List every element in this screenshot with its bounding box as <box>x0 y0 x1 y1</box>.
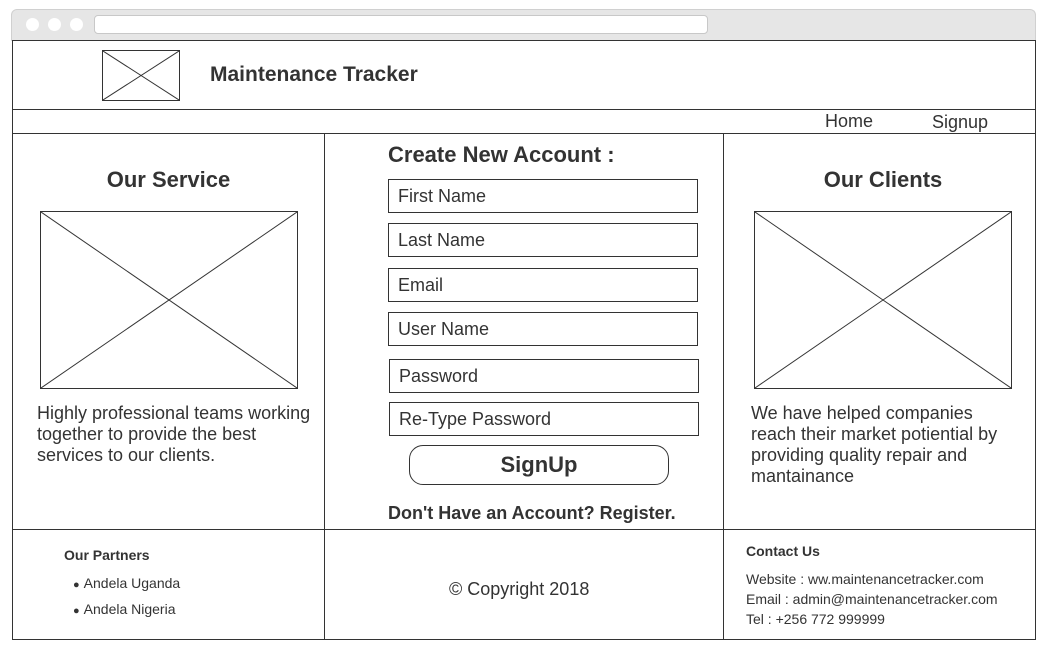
register-link[interactable]: Don't Have an Account? Register. <box>388 503 676 524</box>
nav-home-link[interactable]: Home <box>825 111 873 132</box>
nav-signup-link[interactable]: Signup <box>932 112 988 133</box>
partner-item: Andela Nigeria <box>73 597 180 623</box>
partners-list: Andela Uganda Andela Nigeria <box>73 571 181 623</box>
contact-heading: Contact Us <box>746 543 820 559</box>
contact-phone: Tel : +256 772 999999 <box>746 611 885 627</box>
copyright-text: © Copyright 2018 <box>449 579 590 599</box>
username-input[interactable] <box>388 312 698 346</box>
partner-item: Andela Uganda <box>73 571 181 597</box>
window-maximize-dot[interactable] <box>70 18 83 31</box>
signup-button[interactable]: SignUp <box>409 445 669 485</box>
form-heading: Create New Account : <box>388 142 615 167</box>
service-image-placeholder-icon <box>40 211 298 389</box>
nav-divider <box>12 133 1036 134</box>
retype-password-input[interactable] <box>389 402 699 436</box>
window-close-dot[interactable] <box>26 18 39 31</box>
column-divider-left <box>324 133 325 640</box>
service-description: Highly professional teams working togeth… <box>37 403 311 465</box>
app-title: Maintenance Tracker <box>210 63 418 86</box>
clients-description: We have helped companies reach their mar… <box>751 403 998 486</box>
partners-heading: Our Partners <box>64 547 150 563</box>
service-heading: Our Service <box>106 167 231 192</box>
contact-email: Email : admin@maintenancetracker.com <box>746 591 998 607</box>
first-name-input[interactable] <box>388 179 698 213</box>
logo-image-placeholder-icon <box>102 50 180 101</box>
window-minimize-dot[interactable] <box>48 18 61 31</box>
clients-image-placeholder-icon <box>754 211 1012 389</box>
address-bar[interactable] <box>94 15 708 34</box>
column-divider-right <box>723 133 724 640</box>
footer-divider <box>12 529 1036 530</box>
email-input[interactable] <box>388 268 698 302</box>
clients-heading: Our Clients <box>823 167 943 192</box>
contact-website: Website : ww.maintenancetracker.com <box>746 571 984 587</box>
password-input[interactable] <box>389 359 699 393</box>
browser-chrome <box>11 9 1036 41</box>
header-divider <box>12 109 1036 110</box>
last-name-input[interactable] <box>388 223 698 257</box>
